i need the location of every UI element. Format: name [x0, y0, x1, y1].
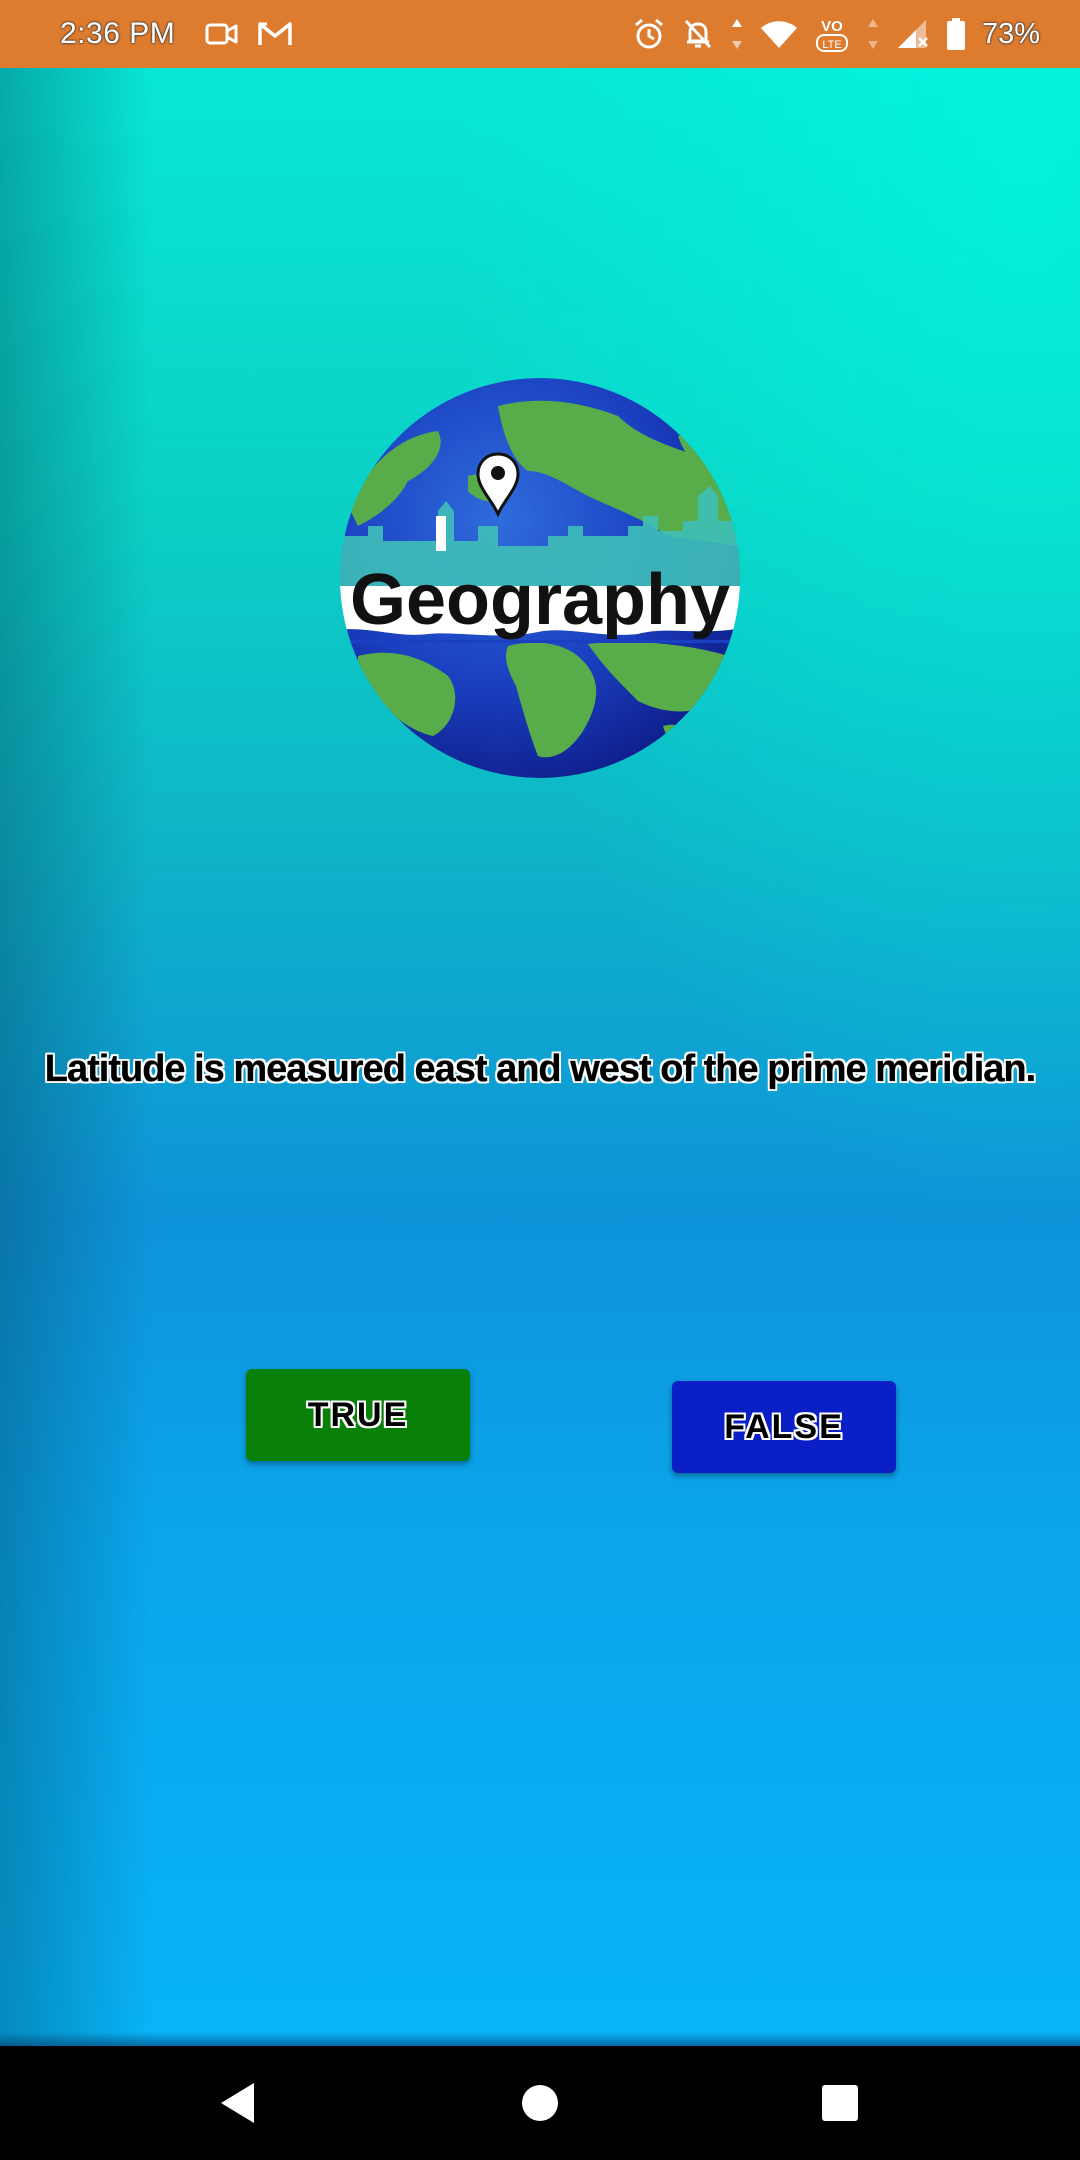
home-icon — [522, 2085, 558, 2121]
status-time: 2:36 PM — [60, 17, 176, 50]
back-button[interactable] — [178, 2046, 298, 2160]
false-button[interactable]: FALSE — [672, 1381, 896, 1473]
navigation-bar — [0, 2046, 1080, 2160]
volte-icon: VO LTE — [814, 14, 850, 54]
logo-text: Geography — [350, 560, 730, 640]
video-camera-icon — [205, 21, 239, 47]
wifi-icon — [760, 19, 798, 49]
main-content: Geography Latitude is measured east and … — [0, 68, 1080, 2046]
question-text: Latitude is measured east and west of th… — [44, 1048, 1037, 1090]
status-bar: 2:36 PM VO LTE 73% — [0, 0, 1080, 68]
alarm-icon — [632, 17, 666, 51]
back-icon — [221, 2083, 254, 2123]
svg-text:VO: VO — [821, 18, 843, 35]
home-button[interactable] — [480, 2046, 600, 2160]
signal-icon — [896, 18, 930, 50]
battery-icon — [946, 17, 966, 51]
data-arrows-icon — [730, 17, 744, 51]
data-arrows-icon-2 — [866, 17, 880, 51]
notifications-off-icon — [682, 17, 714, 51]
recents-button[interactable] — [780, 2046, 900, 2160]
recents-icon — [822, 2085, 858, 2121]
svg-text:LTE: LTE — [822, 39, 841, 51]
gmail-icon — [257, 20, 293, 48]
geography-logo: Geography — [340, 378, 740, 778]
status-left-icons — [205, 20, 293, 48]
true-button[interactable]: TRUE — [246, 1369, 470, 1461]
status-right-icons: VO LTE 73% — [632, 14, 1040, 54]
battery-percent: 73% — [981, 17, 1040, 50]
